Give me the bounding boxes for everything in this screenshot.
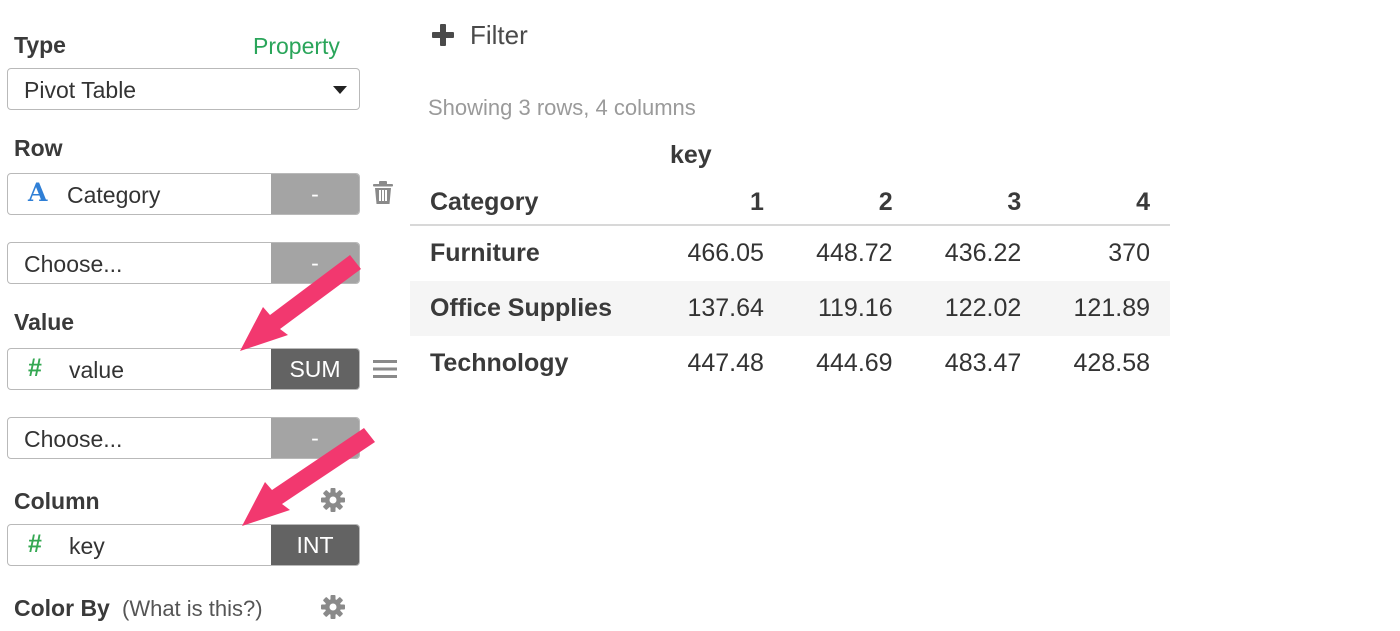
column-field-name: key (69, 533, 105, 559)
chart-type-select[interactable]: Pivot Table (7, 68, 360, 110)
filter-label: Filter (470, 20, 528, 50)
column-header[interactable]: 1 (655, 180, 784, 226)
row-field-category[interactable]: A Category - (7, 173, 360, 215)
value-label: Value (14, 309, 75, 335)
chart-type-value: Pivot Table (24, 77, 137, 103)
column-header[interactable]: 2 (783, 180, 913, 226)
row-label-cell: Furniture (430, 239, 540, 267)
row-label: Row (14, 135, 63, 161)
row-choose-placeholder: Choose... (24, 251, 123, 277)
table-cell: 483.47 (944, 349, 1022, 377)
text-type-icon: A (28, 178, 48, 207)
column-header[interactable]: 4 (1041, 180, 1170, 226)
table-cell: 121.89 (1041, 281, 1170, 336)
number-type-icon: # (28, 354, 42, 382)
table-row: Technology 447.48 444.69 483.47 428.58 (410, 336, 1170, 391)
table-summary: Showing 3 rows, 4 columns (428, 95, 696, 120)
table-cell: 122.02 (912, 281, 1042, 336)
column-group-header: key (670, 141, 712, 169)
table-cell: 444.69 (816, 349, 893, 377)
annotation-arrow-icon (240, 255, 361, 351)
table-cell: 466.05 (687, 239, 764, 267)
table-cell: 428.58 (1073, 349, 1150, 377)
annotation-arrow-icon (242, 428, 375, 526)
row-label-cell: Office Supplies (410, 281, 656, 336)
row-field-name: Category (67, 182, 161, 208)
property-link[interactable]: Property (253, 33, 340, 60)
table-cell: 137.64 (655, 281, 784, 336)
row-sort-button[interactable]: - (271, 174, 359, 214)
table-cell: 119.16 (783, 281, 913, 336)
caret-down-icon (333, 86, 347, 94)
column-header[interactable]: 3 (912, 180, 1042, 226)
row-header: Category (410, 180, 656, 226)
table-cell: 436.22 (944, 239, 1022, 267)
table-cell: 447.48 (687, 349, 764, 377)
row-label-cell: Technology (430, 349, 569, 377)
trash-icon[interactable] (372, 181, 394, 205)
color-by-label: Color By (14, 595, 110, 621)
value-field-name: value (69, 357, 124, 383)
value-choose-placeholder: Choose... (24, 426, 123, 452)
gear-icon[interactable] (320, 594, 346, 620)
table-row: Office Supplies 137.64 119.16 122.02 121… (410, 281, 1170, 336)
table-cell: 448.72 (816, 239, 893, 267)
menu-icon[interactable] (373, 359, 397, 379)
column-label: Column (14, 488, 100, 514)
table-cell: 370 (1108, 239, 1150, 267)
pivot-table: Category 1 2 3 4 Furniture 466.05 448.72… (410, 180, 1170, 391)
plus-icon (432, 24, 454, 46)
type-label: Type (14, 32, 66, 58)
color-by-help-link[interactable]: (What is this?) (122, 596, 263, 622)
table-row: Furniture 466.05 448.72 436.22 370 (410, 225, 1170, 281)
number-type-icon: # (28, 530, 42, 558)
